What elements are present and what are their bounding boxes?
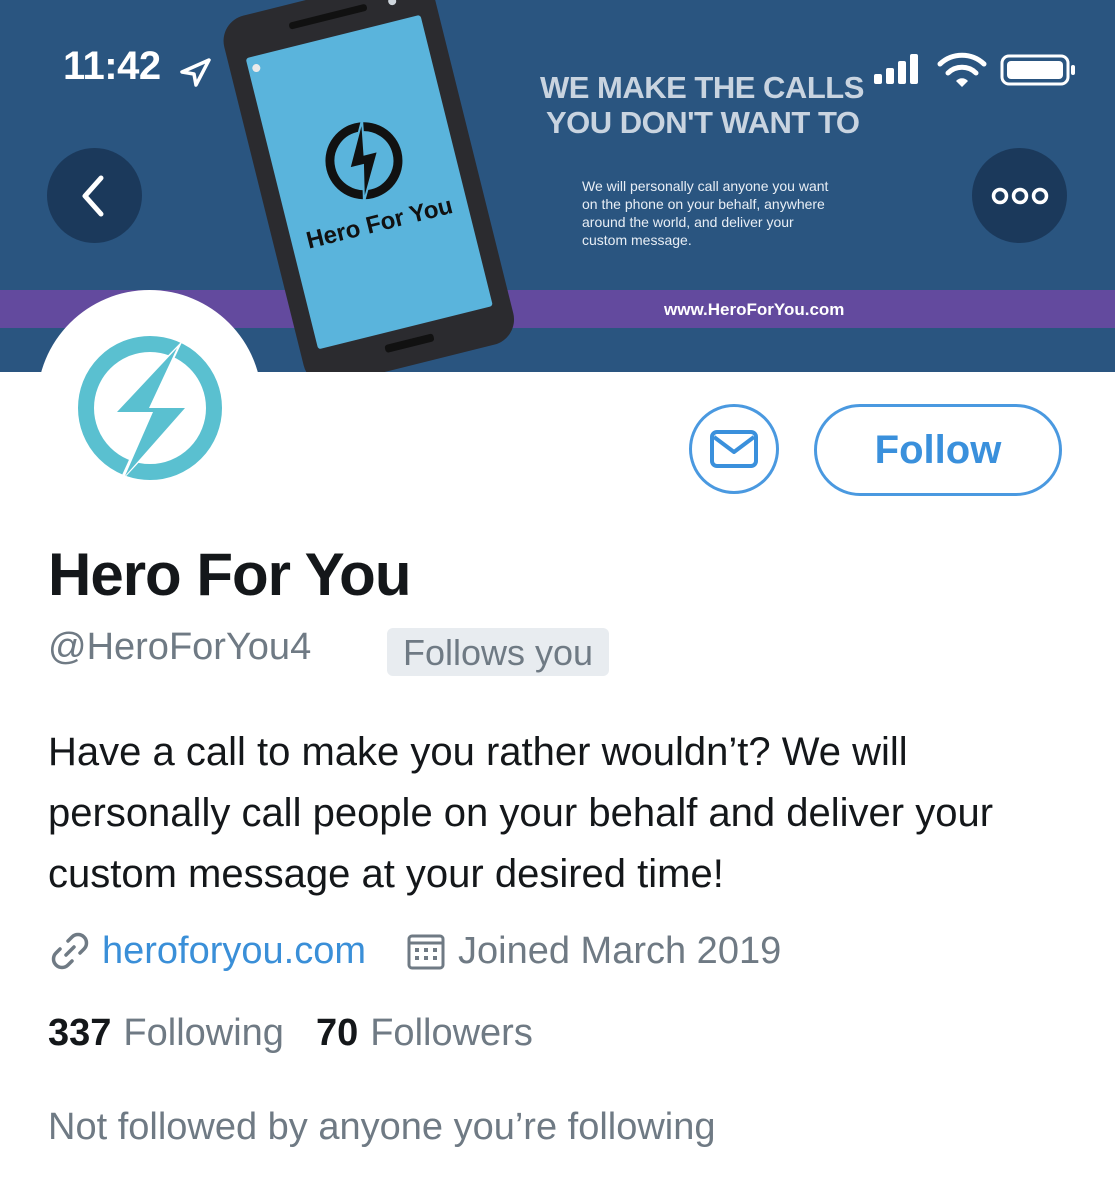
lightning-logo-icon: [77, 335, 222, 486]
calendar-icon: [407, 934, 445, 970]
website-item[interactable]: heroforyou.com: [48, 929, 366, 973]
banner-headline: WE MAKE THE CALLS YOU DON'T WANT TO: [540, 70, 864, 140]
bio: Have a call to make you rather wouldn’t?…: [48, 730, 994, 896]
mail-icon: [710, 430, 758, 468]
follow-button[interactable]: Follow: [814, 404, 1062, 496]
signal-icon: [874, 54, 918, 84]
profile-meta: heroforyou.com Joined March 2019: [48, 925, 781, 977]
followers-count: 70: [315, 1012, 359, 1054]
follow-counts: 337 Following 70 Followers: [48, 1012, 533, 1055]
message-button[interactable]: [689, 404, 779, 494]
avatar[interactable]: [37, 290, 262, 515]
status-icons: [874, 52, 1075, 87]
display-name: Hero For You: [48, 541, 411, 608]
battery-icon: [1000, 54, 1075, 86]
follows-you-badge: Follows you: [387, 628, 610, 676]
back-button[interactable]: [47, 148, 142, 243]
wifi-icon: [937, 52, 987, 87]
joined-date: Joined March 2019: [458, 929, 782, 972]
website-link[interactable]: heroforyou.com: [102, 930, 366, 973]
handle: @HeroForYou4: [48, 626, 312, 668]
following-count: 337: [48, 1012, 112, 1054]
banner-body-text: We will personally call anyone you want …: [582, 178, 829, 248]
banner-url: www.HeroForYou.com: [664, 300, 845, 319]
following-link[interactable]: 337 Following: [48, 1012, 284, 1055]
following-label: Following: [123, 1012, 284, 1054]
status-time: 11:42: [63, 44, 161, 88]
followers-label: Followers: [370, 1012, 533, 1054]
more-dots-icon: [991, 187, 1048, 204]
more-options-button[interactable]: [972, 148, 1067, 243]
joined-item: Joined March 2019: [406, 930, 781, 973]
location-arrow-icon: [180, 58, 211, 87]
known-followers-text: Not followed by anyone you’re following: [48, 1106, 716, 1148]
followers-link[interactable]: 70 Followers: [316, 1012, 533, 1055]
link-icon: [51, 932, 89, 970]
chevron-left-icon: [82, 175, 103, 216]
